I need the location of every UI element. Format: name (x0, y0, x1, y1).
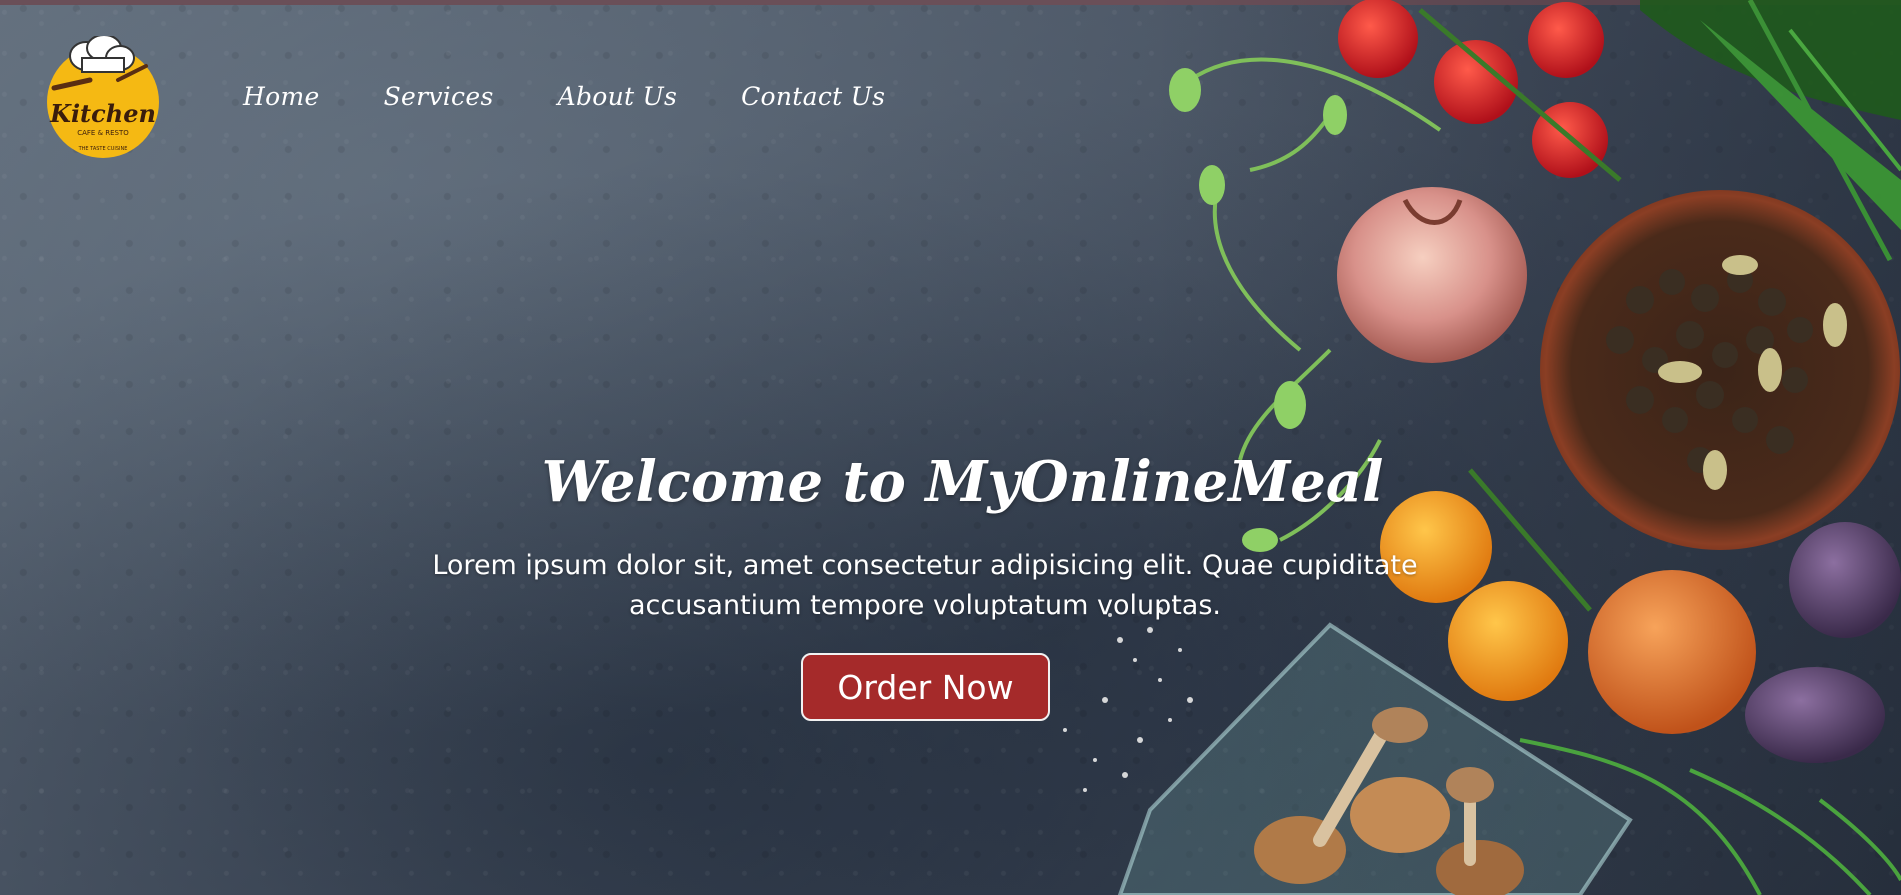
kitchen-logo[interactable]: Kitchen CAFE & RESTO THE TASTE CUISINE (42, 36, 164, 160)
hero-title: Welcome to MyOnlineMeal (541, 449, 1384, 515)
logo-sub-text: CAFE & RESTO (77, 129, 129, 137)
hero-subtitle: Lorem ipsum dolor sit, amet consectetur … (432, 550, 1418, 621)
logo-tagline-text: THE TASTE CUISINE (78, 146, 128, 152)
nav-about-link[interactable]: About Us (558, 84, 678, 109)
chef-hat-icon (69, 36, 135, 73)
vegetables-background-image (1063, 0, 1901, 895)
nav-services-link[interactable]: Services (384, 84, 494, 109)
logo-main-text: Kitchen (49, 99, 156, 128)
hero-section: Kitchen CAFE & RESTO THE TASTE CUISINE H… (0, 0, 1901, 895)
nav-contact-link[interactable]: Contact Us (741, 84, 885, 109)
nav-home-link[interactable]: Home (243, 84, 320, 109)
order-now-button[interactable]: Order Now (801, 653, 1050, 721)
main-navigation: Home Services About Us Contact Us (243, 84, 949, 109)
